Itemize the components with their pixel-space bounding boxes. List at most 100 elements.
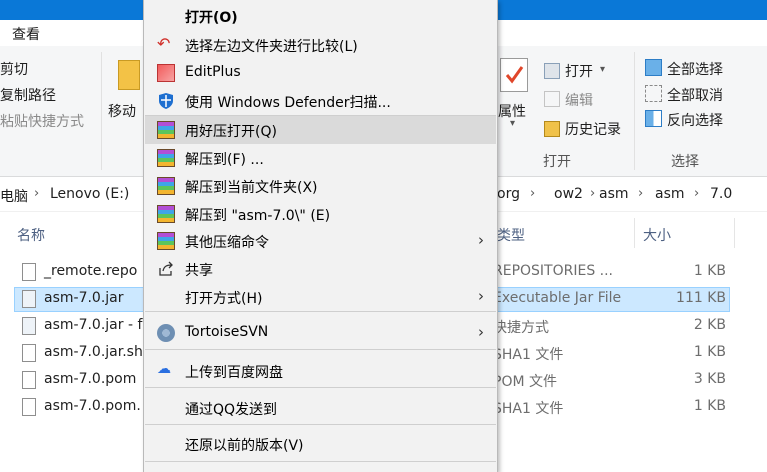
menu-view[interactable]: 查看 bbox=[12, 24, 40, 44]
copy-path-button[interactable]: 复制路径 bbox=[0, 85, 56, 105]
file-type: SHA1 文件 bbox=[493, 347, 564, 363]
file-type: 快捷方式 bbox=[493, 320, 549, 336]
select-all-button[interactable]: 全部选择 bbox=[667, 59, 723, 79]
invert-selection-button[interactable]: 反向选择 bbox=[667, 110, 723, 130]
chevron-right-icon: › bbox=[478, 231, 484, 249]
editplus-icon bbox=[157, 64, 175, 82]
file-name[interactable]: _remote.repo bbox=[44, 263, 137, 279]
menu-separator bbox=[145, 387, 496, 388]
column-header-size[interactable]: 大小 bbox=[643, 225, 671, 245]
breadcrumb-ow2[interactable]: ow2 bbox=[554, 186, 583, 202]
menu-item-compare[interactable]: ↶ 选择左边文件夹进行比较(L) bbox=[145, 31, 496, 59]
history-button[interactable]: 历史记录 bbox=[565, 119, 621, 139]
select-none-icon bbox=[645, 85, 662, 102]
select-all-icon bbox=[645, 59, 662, 76]
archive-icon bbox=[157, 177, 175, 195]
file-size: 111 KB bbox=[676, 290, 726, 306]
menu-separator bbox=[145, 349, 496, 350]
history-icon bbox=[544, 121, 560, 137]
chevron-down-icon: ▾ bbox=[510, 118, 516, 129]
chevron-right-icon: › bbox=[638, 186, 644, 201]
archive-icon bbox=[157, 232, 175, 250]
chevron-right-icon: › bbox=[694, 186, 700, 201]
chevron-right-icon: › bbox=[478, 287, 484, 305]
edit-button[interactable]: 编辑 bbox=[565, 90, 593, 110]
file-icon bbox=[22, 263, 36, 281]
jar-file-icon bbox=[22, 290, 36, 308]
invert-selection-icon bbox=[645, 110, 662, 127]
file-type: SHA1 文件 bbox=[493, 401, 564, 417]
column-header-name[interactable]: 名称 bbox=[17, 225, 45, 245]
column-divider bbox=[634, 218, 635, 248]
paste-shortcut-button[interactable]: 粘贴快捷方式 bbox=[0, 111, 84, 131]
file-size: 1 KB bbox=[693, 263, 726, 279]
menu-item-qq-send[interactable]: 通过QQ发送到 bbox=[145, 394, 496, 422]
context-menu: 打开(O) ↶ 选择左边文件夹进行比较(L) EditPlus 使用 Windo… bbox=[143, 0, 498, 472]
archive-icon bbox=[157, 121, 175, 139]
menu-item-restore[interactable]: 还原以前的版本(V) bbox=[145, 430, 496, 458]
breadcrumb-asm-2[interactable]: asm bbox=[655, 186, 685, 202]
open-icon bbox=[544, 63, 560, 79]
file-icon bbox=[22, 344, 36, 362]
column-divider bbox=[734, 218, 735, 248]
file-icon bbox=[22, 371, 36, 389]
breadcrumb-drive[interactable]: Lenovo (E:) bbox=[50, 186, 129, 202]
move-to-icon bbox=[118, 60, 140, 90]
menu-item-open[interactable]: 打开(O) bbox=[145, 2, 496, 30]
menu-item-defender[interactable]: 使用 Windows Defender扫描... bbox=[145, 87, 496, 115]
menu-separator bbox=[145, 461, 496, 462]
file-size: 3 KB bbox=[693, 371, 726, 387]
menu-item-editplus[interactable]: EditPlus bbox=[145, 59, 496, 87]
file-size: 2 KB bbox=[693, 317, 726, 333]
menu-separator bbox=[145, 424, 496, 425]
cloud-icon: ☁ bbox=[157, 361, 171, 377]
ribbon-divider bbox=[634, 52, 635, 170]
chevron-right-icon: › bbox=[478, 323, 484, 341]
menu-item-share[interactable]: 共享 bbox=[145, 255, 496, 283]
cut-button[interactable]: 剪切 bbox=[0, 59, 28, 79]
file-type: POM 文件 bbox=[493, 374, 557, 390]
chevron-right-icon: › bbox=[530, 186, 536, 201]
file-type: REPOSITORIES ... bbox=[493, 263, 614, 279]
chevron-right-icon: › bbox=[590, 186, 596, 201]
shield-icon bbox=[157, 92, 175, 110]
menu-item-extract-named[interactable]: 解压到 "asm-7.0\" (E) bbox=[145, 200, 496, 228]
breadcrumb-this-pc[interactable]: 电脑 bbox=[0, 186, 28, 206]
file-name[interactable]: asm-7.0.jar - f bbox=[44, 317, 142, 333]
file-size: 1 KB bbox=[693, 398, 726, 414]
file-name[interactable]: asm-7.0.pom. bbox=[44, 398, 141, 414]
breadcrumb-version[interactable]: 7.0 bbox=[710, 186, 732, 202]
breadcrumb-org[interactable]: org bbox=[497, 186, 520, 202]
file-name[interactable]: asm-7.0.jar bbox=[44, 290, 124, 306]
open-group-label: 打开 bbox=[543, 154, 571, 170]
breadcrumb-asm[interactable]: asm bbox=[599, 186, 629, 202]
menu-item-haozip-open[interactable]: 用好压打开(Q) bbox=[145, 116, 496, 144]
archive-icon bbox=[157, 149, 175, 167]
file-size: 1 KB bbox=[693, 344, 726, 360]
undo-arrow-icon: ↶ bbox=[157, 34, 171, 53]
file-type: Executable Jar File bbox=[493, 290, 622, 306]
select-none-button[interactable]: 全部取消 bbox=[667, 85, 723, 105]
chevron-down-icon: ▾ bbox=[600, 64, 606, 75]
properties-icon bbox=[500, 58, 528, 92]
menu-item-other-compress[interactable]: 其他压缩命令 › bbox=[145, 227, 496, 255]
menu-item-extract-here[interactable]: 解压到当前文件夹(X) bbox=[145, 172, 496, 200]
menu-separator bbox=[145, 311, 496, 312]
select-group-label: 选择 bbox=[671, 154, 699, 170]
archive-icon bbox=[157, 205, 175, 223]
menu-item-open-with[interactable]: 打开方式(H) › bbox=[145, 283, 496, 311]
column-header-type[interactable]: 类型 bbox=[497, 225, 525, 245]
file-icon bbox=[22, 398, 36, 416]
file-name[interactable]: asm-7.0.pom bbox=[44, 371, 136, 387]
ribbon-divider bbox=[101, 52, 102, 170]
share-icon bbox=[157, 260, 175, 278]
move-to-button[interactable]: 移动 bbox=[108, 101, 136, 121]
menu-item-baidu[interactable]: ☁ 上传到百度网盘 bbox=[145, 357, 496, 385]
menu-item-extract-to[interactable]: 解压到(F) ... bbox=[145, 144, 496, 172]
open-button[interactable]: 打开 bbox=[565, 61, 593, 81]
chevron-right-icon: › bbox=[34, 186, 40, 201]
tortoise-icon bbox=[157, 324, 175, 342]
shortcut-file-icon bbox=[22, 317, 36, 335]
file-name[interactable]: asm-7.0.jar.sh bbox=[44, 344, 143, 360]
menu-item-tortoisesvn[interactable]: TortoiseSVN › bbox=[145, 319, 496, 347]
